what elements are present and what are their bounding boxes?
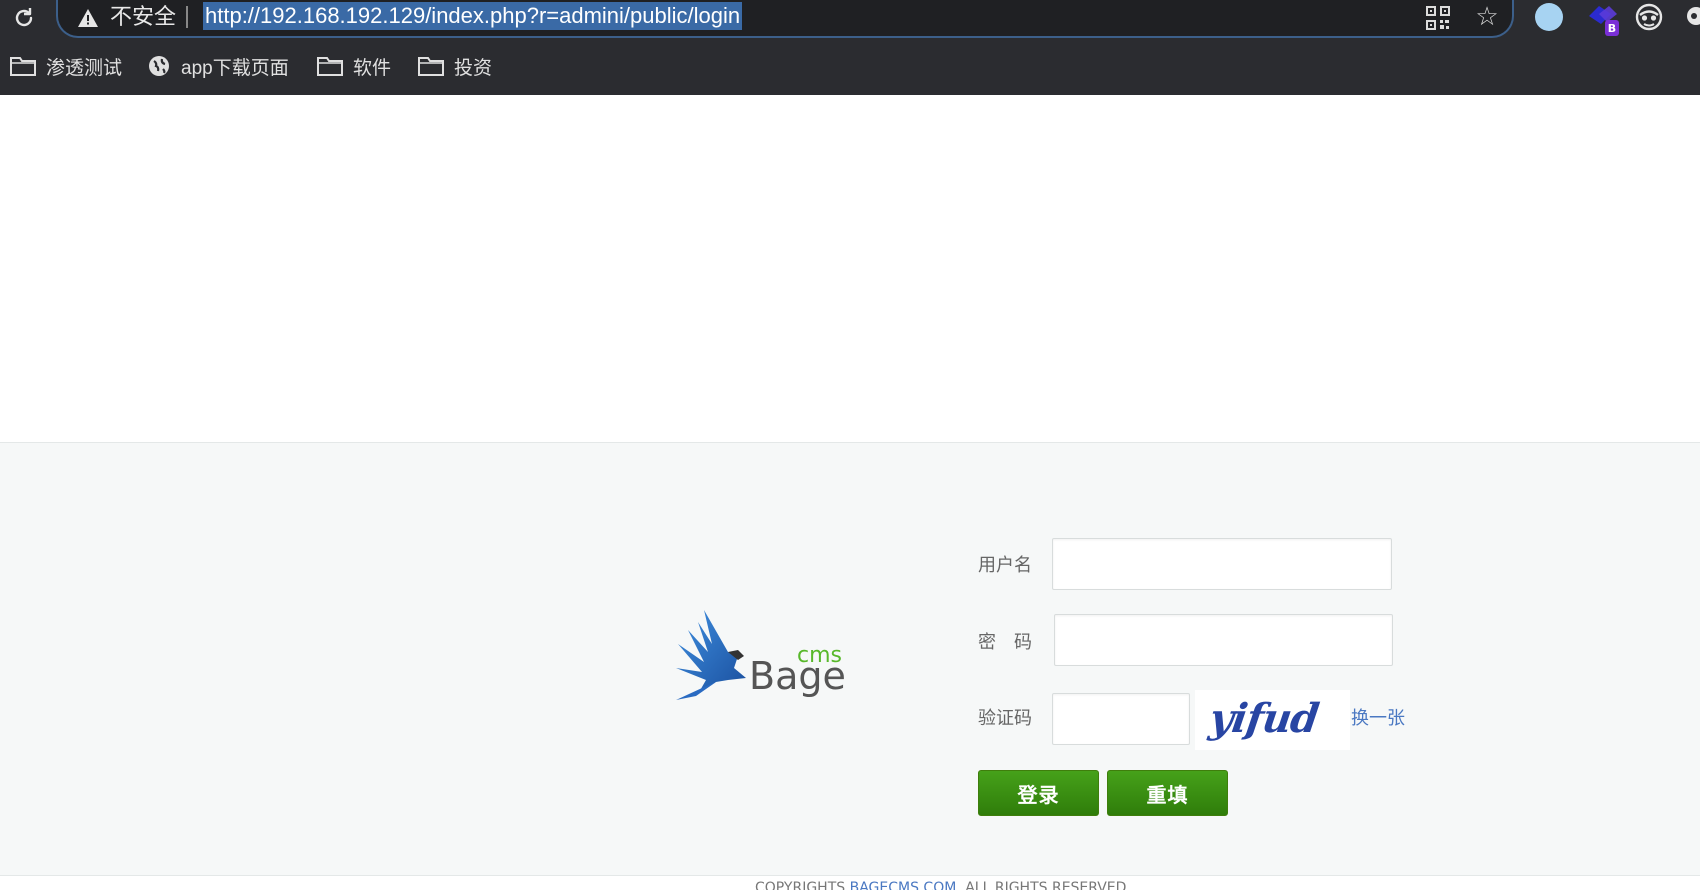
login-button[interactable]: 登录: [978, 770, 1099, 816]
globe-icon: [149, 56, 169, 76]
refresh-captcha-link[interactable]: 换一张: [1351, 707, 1405, 731]
incognito-mask-icon[interactable]: [1634, 2, 1664, 32]
extension-partial-icon[interactable]: [1682, 4, 1700, 30]
username-input[interactable]: [1052, 538, 1392, 590]
qr-code-icon[interactable]: [1424, 4, 1452, 32]
url-text[interactable]: http://192.168.192.129/index.php?r=admin…: [203, 2, 743, 30]
address-bar[interactable]: 不安全 http://192.168.192.129/index.php?r=a…: [56, 0, 1514, 38]
warning-icon[interactable]: [76, 6, 100, 30]
reset-button[interactable]: 重填: [1107, 770, 1228, 816]
copyright-text: COPYRIGHTS BAGECMS.COM. ALL RIGHTS RESER…: [755, 880, 1126, 890]
folder-icon: [418, 57, 444, 76]
bookmark-item-investment[interactable]: 投资: [418, 52, 492, 80]
captcha-image-text: yifud: [1206, 695, 1322, 742]
bookmark-label: 渗透测试: [46, 57, 123, 79]
folder-icon: [317, 57, 343, 76]
footer: COPYRIGHTS BAGECMS.COM. ALL RIGHTS RESER…: [0, 876, 1700, 890]
captcha-input[interactable]: [1052, 693, 1190, 745]
bookmarks-bar: 渗透测试 app下载页面 软件 投资: [0, 46, 1700, 86]
logo-text-bage: Bage: [749, 654, 846, 698]
browser-chrome: 不安全 http://192.168.192.129/index.php?r=a…: [0, 0, 1700, 95]
bookmark-item-app-download[interactable]: app下载页面: [147, 52, 289, 80]
copyright-suffix: . ALL RIGHTS RESERVED: [956, 880, 1127, 890]
security-label[interactable]: 不安全: [110, 3, 176, 31]
bookmark-star-icon[interactable]: ☆: [1472, 2, 1502, 32]
copyright-prefix: COPYRIGHTS: [755, 880, 850, 890]
captcha-label: 验证码: [978, 708, 1032, 729]
bookmark-label: app下载页面: [181, 57, 289, 79]
reload-icon[interactable]: [10, 4, 38, 32]
url-divider: [186, 6, 188, 28]
password-label: 密 码: [978, 632, 1032, 653]
password-input[interactable]: [1054, 614, 1393, 666]
bookmark-item-pentest[interactable]: 渗透测试: [10, 52, 122, 80]
copyright-site-link[interactable]: BAGECMS.COM: [850, 880, 957, 890]
extension-b-icon[interactable]: B: [1585, 2, 1621, 38]
bookmark-item-software[interactable]: 软件: [317, 52, 391, 80]
extension-circle-icon[interactable]: [1535, 3, 1563, 31]
username-label: 用户名: [978, 555, 1032, 576]
folder-icon: [10, 57, 36, 76]
extension-badge: B: [1608, 22, 1616, 35]
bookmark-label: 投资: [454, 57, 493, 79]
bookmark-label: 软件: [353, 57, 392, 79]
